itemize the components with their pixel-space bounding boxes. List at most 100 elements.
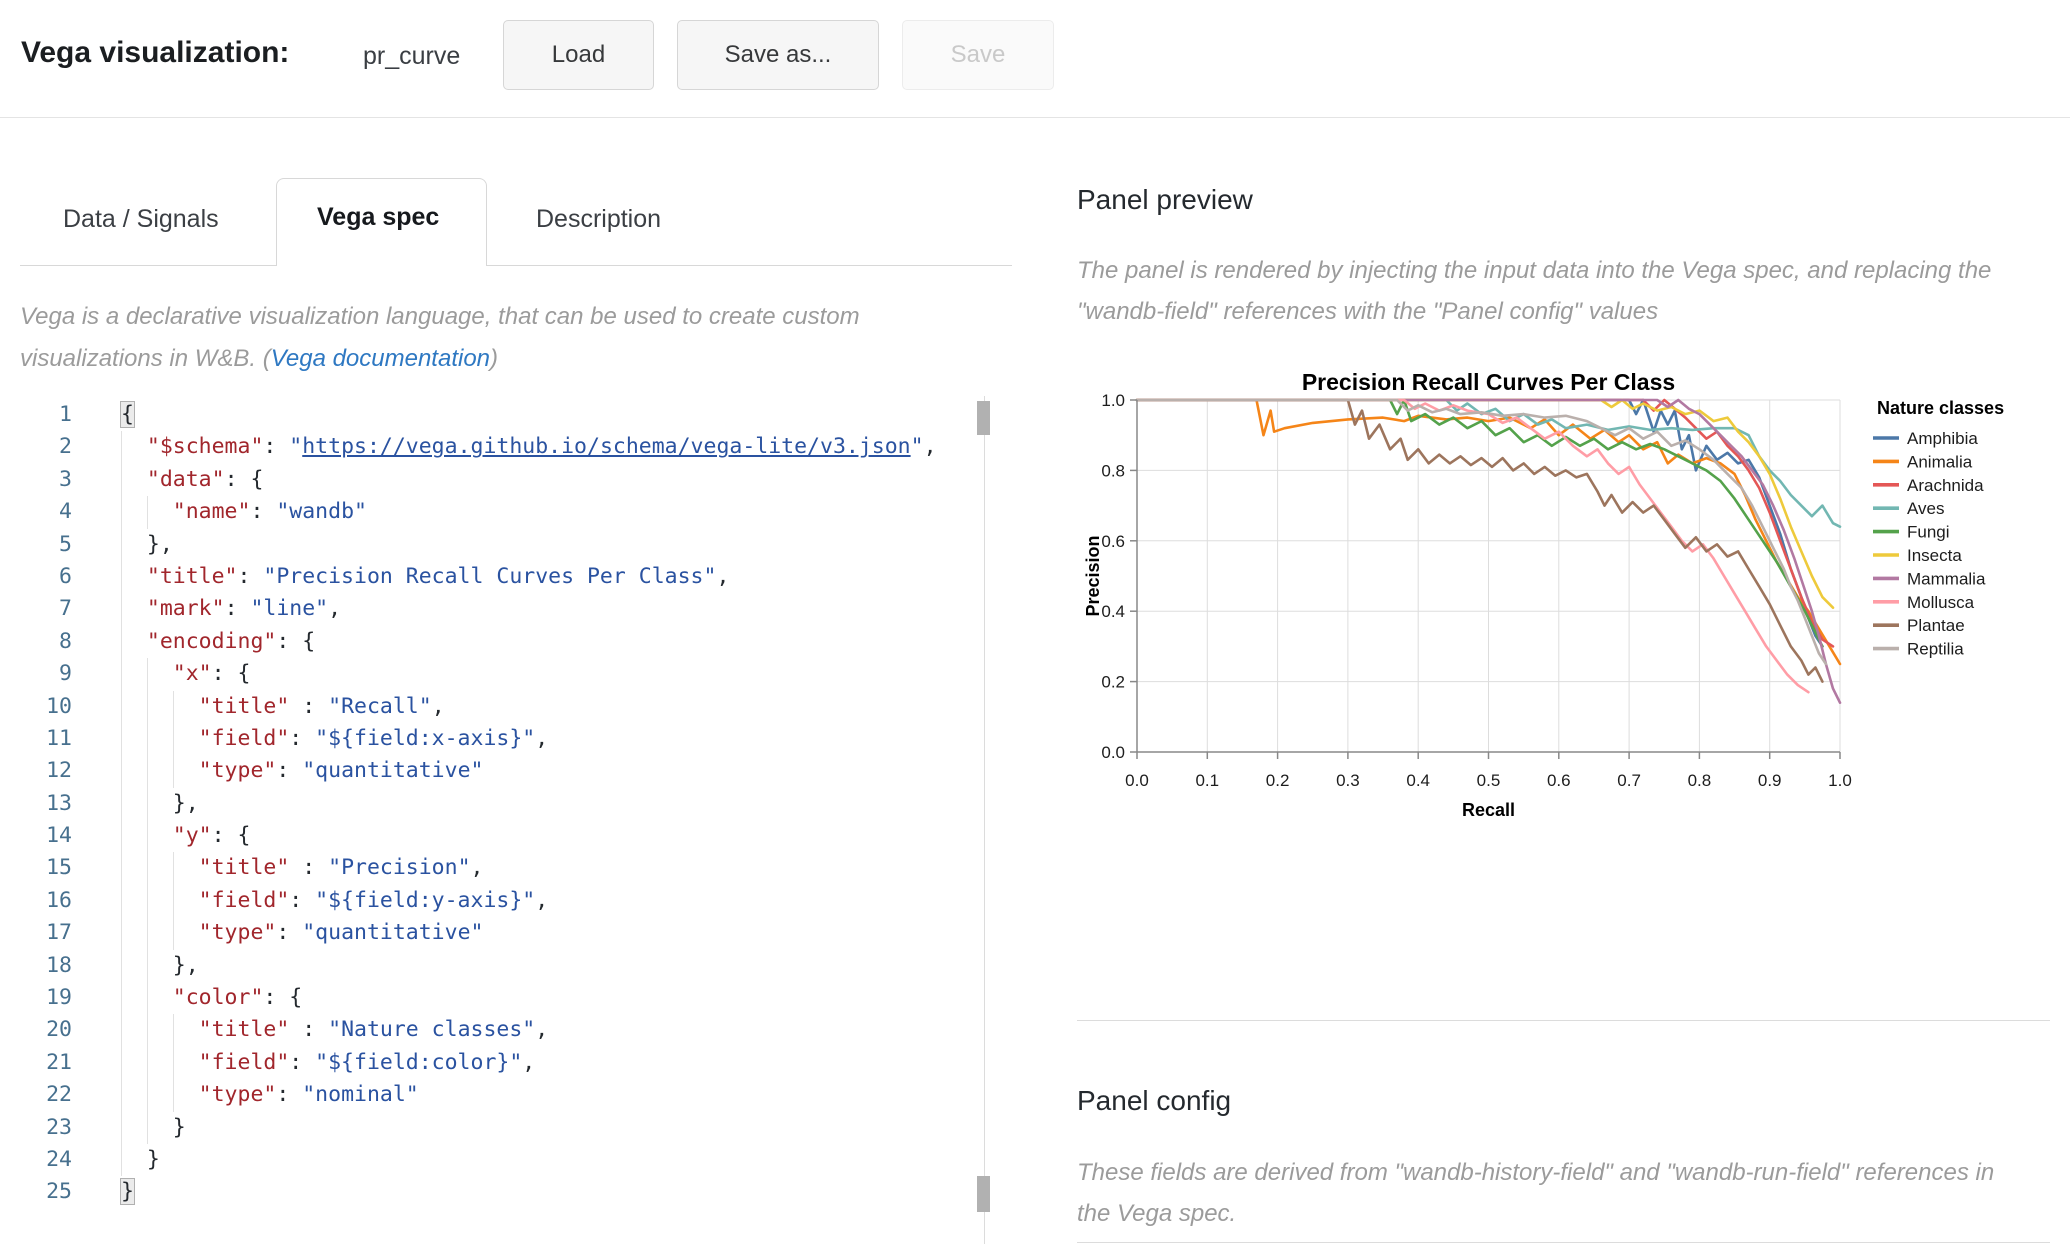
code-line[interactable]: 1{ bbox=[0, 399, 992, 431]
panel-name: pr_curve bbox=[363, 42, 460, 71]
vega-intro-text: Vega is a declarative visualization lang… bbox=[20, 296, 910, 380]
x-tick-label: 0.1 bbox=[1195, 771, 1219, 790]
code-line[interactable]: 11 "field": "${field:x-axis}", bbox=[0, 723, 992, 755]
load-button[interactable]: Load bbox=[503, 20, 654, 90]
legend-label-plantae: Plantae bbox=[1907, 616, 1965, 635]
y-axis-title: Precision bbox=[1083, 535, 1103, 616]
series-line-mollusca bbox=[1137, 400, 1808, 692]
line-number: 12 bbox=[0, 755, 72, 787]
code-line[interactable]: 4 "name": "wandb" bbox=[0, 496, 992, 528]
code-text: }, bbox=[121, 529, 173, 561]
chart-svg: 0.00.10.20.30.40.50.60.70.80.91.00.00.20… bbox=[1077, 352, 2050, 830]
line-number: 9 bbox=[0, 658, 72, 690]
x-tick-label: 1.0 bbox=[1828, 771, 1852, 790]
code-line[interactable]: 9 "x": { bbox=[0, 658, 992, 690]
code-line[interactable]: 14 "y": { bbox=[0, 820, 992, 852]
code-text: } bbox=[121, 1112, 186, 1144]
legend-label-insecta: Insecta bbox=[1907, 546, 1962, 565]
line-number: 17 bbox=[0, 917, 72, 949]
code-line[interactable]: 2 "$schema": "https://vega.github.io/sch… bbox=[0, 431, 992, 463]
line-number: 7 bbox=[0, 593, 72, 625]
panel-config-divider bbox=[1077, 1242, 2050, 1243]
code-line[interactable]: 7 "mark": "line", bbox=[0, 593, 992, 625]
line-number: 13 bbox=[0, 788, 72, 820]
pr-curve-chart: 0.00.10.20.30.40.50.60.70.80.91.00.00.20… bbox=[1077, 352, 2050, 830]
code-line[interactable]: 20 "title" : "Nature classes", bbox=[0, 1014, 992, 1046]
x-tick-label: 0.4 bbox=[1406, 771, 1430, 790]
page-title: Vega visualization: bbox=[21, 36, 289, 70]
tabbar-underline bbox=[20, 265, 1012, 266]
chart-title: Precision Recall Curves Per Class bbox=[1302, 369, 1675, 395]
vega-documentation-link[interactable]: Vega documentation bbox=[271, 345, 490, 372]
line-number: 10 bbox=[0, 691, 72, 723]
x-axis-title: Recall bbox=[1462, 800, 1515, 820]
code-line[interactable]: 22 "type": "nominal" bbox=[0, 1079, 992, 1111]
y-tick-label: 0.6 bbox=[1101, 532, 1125, 551]
code-text: "type": "nominal" bbox=[121, 1079, 419, 1111]
code-line[interactable]: 8 "encoding": { bbox=[0, 626, 992, 658]
line-number: 21 bbox=[0, 1047, 72, 1079]
panel-preview-heading: Panel preview bbox=[1077, 184, 1253, 216]
code-text: "name": "wandb" bbox=[121, 496, 367, 528]
code-text: "mark": "line", bbox=[121, 593, 341, 625]
x-tick-label: 0.9 bbox=[1758, 771, 1782, 790]
save-as-button[interactable]: Save as... bbox=[677, 20, 879, 90]
code-line[interactable]: 10 "title" : "Recall", bbox=[0, 691, 992, 723]
line-number: 15 bbox=[0, 852, 72, 884]
line-number: 18 bbox=[0, 950, 72, 982]
code-text: }, bbox=[121, 788, 199, 820]
line-number: 1 bbox=[0, 399, 72, 431]
line-number: 24 bbox=[0, 1144, 72, 1176]
code-text: } bbox=[121, 1176, 134, 1208]
code-line[interactable]: 23 } bbox=[0, 1112, 992, 1144]
tab-data-signals[interactable]: Data / Signals bbox=[63, 205, 219, 234]
vega-spec-editor[interactable]: 1{2 "$schema": "https://vega.github.io/s… bbox=[0, 399, 992, 1244]
editor-scrollbar-track[interactable] bbox=[984, 396, 985, 1244]
legend-label-fungi: Fungi bbox=[1907, 523, 1950, 542]
y-tick-label: 0.8 bbox=[1101, 461, 1125, 480]
line-number: 3 bbox=[0, 464, 72, 496]
legend-label-mollusca: Mollusca bbox=[1907, 593, 1975, 612]
line-number: 23 bbox=[0, 1112, 72, 1144]
line-number: 11 bbox=[0, 723, 72, 755]
editor-scrollbar-thumb-top[interactable] bbox=[977, 401, 990, 435]
code-line[interactable]: 12 "type": "quantitative" bbox=[0, 755, 992, 787]
code-text: } bbox=[121, 1144, 160, 1176]
code-text: "field": "${field:x-axis}", bbox=[121, 723, 548, 755]
panel-divider bbox=[1077, 1020, 2050, 1021]
code-text: "type": "quantitative" bbox=[121, 917, 483, 949]
code-line[interactable]: 21 "field": "${field:color}", bbox=[0, 1047, 992, 1079]
series-line-insecta bbox=[1137, 400, 1833, 608]
code-text: "title": "Precision Recall Curves Per Cl… bbox=[121, 561, 729, 593]
code-line[interactable]: 3 "data": { bbox=[0, 464, 992, 496]
code-line[interactable]: 19 "color": { bbox=[0, 982, 992, 1014]
code-text: "field": "${field:y-axis}", bbox=[121, 885, 548, 917]
code-line[interactable]: 16 "field": "${field:y-axis}", bbox=[0, 885, 992, 917]
code-line[interactable]: 24 } bbox=[0, 1144, 992, 1176]
x-tick-label: 0.0 bbox=[1125, 771, 1149, 790]
code-line[interactable]: 5 }, bbox=[0, 529, 992, 561]
x-tick-label: 0.3 bbox=[1336, 771, 1360, 790]
legend-label-arachnida: Arachnida bbox=[1907, 476, 1984, 495]
x-tick-label: 0.6 bbox=[1547, 771, 1571, 790]
code-text: }, bbox=[121, 950, 199, 982]
save-button[interactable]: Save bbox=[902, 20, 1054, 90]
editor-scrollbar-thumb-bottom[interactable] bbox=[977, 1176, 990, 1212]
code-text: "title" : "Precision", bbox=[121, 852, 483, 884]
code-line[interactable]: 25} bbox=[0, 1176, 992, 1208]
code-line[interactable]: 18 }, bbox=[0, 950, 992, 982]
tab-vega-spec[interactable]: Vega spec bbox=[317, 203, 439, 232]
x-tick-label: 0.8 bbox=[1688, 771, 1712, 790]
code-line[interactable]: 15 "title" : "Precision", bbox=[0, 852, 992, 884]
code-line[interactable]: 17 "type": "quantitative" bbox=[0, 917, 992, 949]
code-line[interactable]: 13 }, bbox=[0, 788, 992, 820]
y-tick-label: 0.0 bbox=[1101, 743, 1125, 762]
line-number: 16 bbox=[0, 885, 72, 917]
tab-description[interactable]: Description bbox=[536, 205, 661, 234]
code-line[interactable]: 6 "title": "Precision Recall Curves Per … bbox=[0, 561, 992, 593]
code-text: "field": "${field:color}", bbox=[121, 1047, 535, 1079]
code-text: "encoding": { bbox=[121, 626, 315, 658]
code-text: { bbox=[121, 399, 134, 431]
line-number: 4 bbox=[0, 496, 72, 528]
code-text: "$schema": "https://vega.github.io/schem… bbox=[121, 431, 937, 463]
